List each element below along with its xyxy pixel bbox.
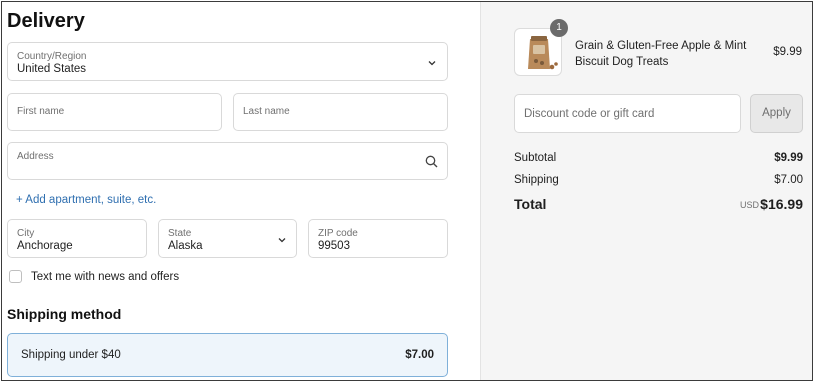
add-apartment-link[interactable]: + Add apartment, suite, etc. — [16, 194, 156, 206]
quantity-badge: 1 — [550, 19, 568, 37]
apply-button[interactable]: Apply — [750, 94, 803, 133]
shipping-value: $7.00 — [774, 174, 803, 186]
city-value: Anchorage — [17, 240, 73, 252]
discount-code-field[interactable] — [514, 94, 741, 133]
first-name-field[interactable]: First name — [7, 93, 222, 131]
subtotal-row: Subtotal $9.99 — [514, 152, 803, 164]
shipping-option[interactable]: Shipping under $40 $7.00 — [7, 333, 448, 377]
zip-value: 99503 — [318, 240, 350, 252]
subtotal-value: $9.99 — [774, 152, 803, 164]
total-value: $16.99 — [760, 196, 803, 212]
country-label: Country/Region — [17, 51, 87, 62]
city-field[interactable]: City Anchorage — [7, 219, 147, 258]
sms-optin-checkbox[interactable] — [9, 270, 22, 283]
address-label: Address — [17, 151, 54, 162]
delivery-heading: Delivery — [7, 10, 85, 32]
shipping-label: Shipping — [514, 174, 559, 186]
country-value: United States — [17, 63, 87, 75]
delivery-panel: Delivery Country/Region United States Fi… — [2, 2, 480, 380]
shipping-option-price: $7.00 — [405, 349, 434, 361]
first-name-label: First name — [17, 106, 65, 117]
shipping-option-name: Shipping under $40 — [21, 349, 121, 361]
chevron-down-icon — [277, 235, 287, 245]
zip-label: ZIP code — [318, 228, 358, 239]
chevron-down-icon — [427, 58, 437, 68]
total-label: Total — [514, 196, 547, 212]
last-name-field[interactable]: Last name — [233, 93, 448, 131]
last-name-label: Last name — [243, 106, 290, 117]
state-value: Alaska — [168, 240, 203, 252]
checkout-window: Delivery Country/Region United States Fi… — [1, 1, 813, 381]
state-select[interactable]: State Alaska — [158, 219, 297, 258]
country-select[interactable]: Country/Region United States — [7, 42, 448, 81]
city-label: City — [17, 228, 35, 239]
shipping-row: Shipping $7.00 — [514, 174, 803, 186]
search-icon[interactable] — [425, 155, 438, 168]
total-row: Total USD $16.99 — [514, 196, 803, 212]
address-field[interactable]: Address — [7, 142, 448, 180]
sms-optin-label: Text me with news and offers — [31, 271, 180, 283]
state-label: State — [168, 228, 192, 239]
zip-field[interactable]: ZIP code 99503 — [308, 219, 448, 258]
subtotal-label: Subtotal — [514, 152, 557, 164]
discount-code-input[interactable] — [515, 95, 740, 132]
product-name: Grain & Gluten-Free Apple & Mint Biscuit… — [575, 40, 747, 68]
shipping-method-heading: Shipping method — [7, 306, 122, 322]
product-price: $9.99 — [773, 46, 802, 58]
currency-code: USD — [739, 200, 759, 210]
order-summary-panel: 1 Grain & Gluten-Free Apple & Mint Biscu… — [480, 2, 812, 380]
